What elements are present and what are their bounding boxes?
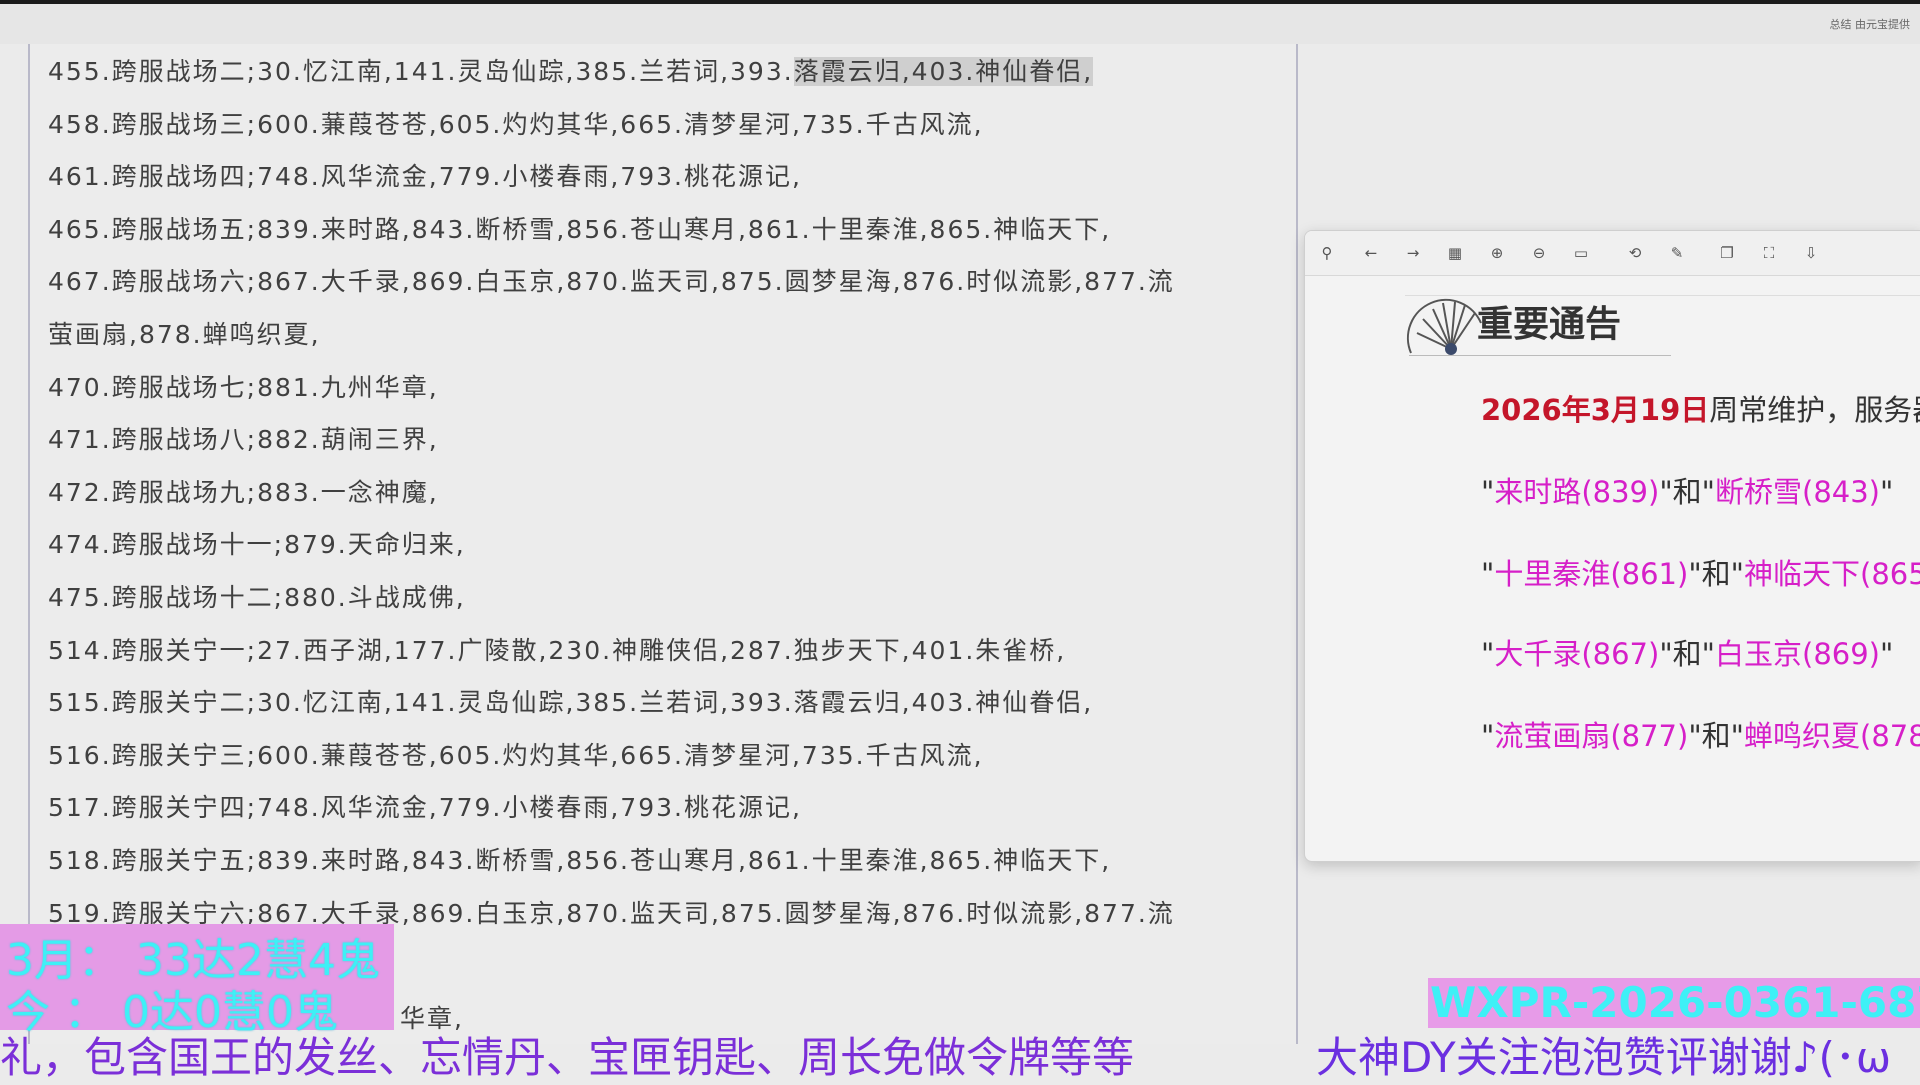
server-name: 大千录(867) <box>1494 637 1660 671</box>
line-text: 515.跨服关宁二;30.忆江南,141.灵岛仙踪,385.兰若词,393.落霞… <box>48 688 1094 718</box>
zoom-in-icon[interactable]: ⊕ <box>1485 241 1509 265</box>
line-text: 461.跨服战场四;748.风华流金,779.小楼春雨,793.桃花源记, <box>48 162 802 192</box>
title-underline <box>1409 355 1671 356</box>
forward-arrow-icon[interactable]: → <box>1401 241 1425 265</box>
top-bar: 总结 由元宝提供 <box>0 0 1920 44</box>
server-name: 白玉京(869) <box>1715 637 1880 671</box>
server-name: 神临天下(865) <box>1744 557 1920 591</box>
back-arrow-icon[interactable]: ← <box>1359 241 1383 265</box>
quote-mark: " <box>1880 475 1894 509</box>
document-line: 467.跨服战场六;867.大千录,869.白玉京,870.监天司,875.圆梦… <box>48 262 1175 298</box>
grid-icon[interactable]: ▦ <box>1443 241 1467 265</box>
document-line: 515.跨服关宁二;30.忆江南,141.灵岛仙踪,385.兰若词,393.落霞… <box>48 683 1093 719</box>
line-text: 458.跨服战场三;600.蒹葭苍苍,605.灼灼其华,665.清梦星河,735… <box>48 109 984 139</box>
quote-mark: " <box>1481 475 1495 509</box>
and-text: "和" <box>1659 475 1716 509</box>
and-text: "和" <box>1659 637 1716 671</box>
notice-pair-line: "大千录(867)"和"白玉京(869)" <box>1481 631 1893 673</box>
document-pane[interactable]: 455.跨服战场二;30.忆江南,141.灵岛仙踪,385.兰若词,393.落霞… <box>28 44 1298 1044</box>
download-icon[interactable]: ⇩ <box>1799 241 1823 265</box>
wx-code-overlay: WXPR-2026-0361-6873 <box>1428 978 1920 1028</box>
fan-logo-icon <box>1406 298 1482 355</box>
line-text: 471.跨服战场八;882.葫闹三界, <box>48 425 439 455</box>
line-text: 455.跨服战场二;30.忆江南,141.灵岛仙踪,385.兰若词,393. <box>48 57 794 86</box>
server-name: 断桥雪(843) <box>1715 475 1880 509</box>
stats-overlay: 3月： 33达2慧4鬼 今 ： 0达0慧0鬼 <box>0 924 394 1038</box>
line-text: 517.跨服关宁四;748.风华流金,779.小楼春雨,793.桃花源记, <box>48 793 802 823</box>
copy-icon[interactable]: ❐ <box>1715 241 1739 265</box>
document-line: 472.跨服战场九;883.一念神魔, <box>48 473 439 509</box>
server-name: 流萤画扇(877) <box>1494 719 1689 753</box>
document-line: 458.跨服战场三;600.蒹葭苍苍,605.灼灼其华,665.清梦星河,735… <box>48 105 984 141</box>
quote-mark: " <box>1481 557 1495 591</box>
line-text: 475.跨服战场十二;880.斗战成佛, <box>48 583 466 612</box>
notice-date: 2026年3月19日 <box>1481 393 1710 427</box>
server-name: 来时路(839) <box>1494 475 1660 509</box>
document-line: 萤画扇,878.蝉鸣织夏, <box>48 315 321 351</box>
image-viewer[interactable]: ⚲ ← → ▦ ⊕ ⊖ ▭ ⟲ ✎ ❐ ⛶ ⇩ 重要通告 2026年3月19日周常维护，服务器 "来时… <box>1304 230 1920 862</box>
document-line: 475.跨服战场十二;880.斗战成佛, <box>48 578 466 614</box>
ticker-bar: 礼，包含国王的发丝、忘情丹、宝匣钥匙、周长免做令牌等等 大神DY关注泡泡赞评谢谢… <box>0 1024 1920 1082</box>
line-text: 465.跨服战场五;839.来时路,843.断桥雪,856.苍山寒月,861.十… <box>48 214 1112 244</box>
document-line: 474.跨服战场十一;879.天命归来, <box>48 525 466 561</box>
document-line: 461.跨服战场四;748.风华流金,779.小楼春雨,793.桃花源记, <box>48 157 802 193</box>
fullscreen-icon[interactable]: ⛶ <box>1757 241 1781 265</box>
summary-label[interactable]: 总结 由元宝提供 <box>1830 16 1911 32</box>
quote-mark: " <box>1481 637 1495 671</box>
line-text: 472.跨服战场九;883.一念神魔, <box>48 477 439 507</box>
document-line: 516.跨服关宁三;600.蒹葭苍苍,605.灼灼其华,665.清梦星河,735… <box>48 736 984 772</box>
line-text: 518.跨服关宁五;839.来时路,843.断桥雪,856.苍山寒月,861.十… <box>48 846 1112 875</box>
document-line: 514.跨服关宁一;27.西子湖,177.广陵散,230.神雕侠侣,287.独步… <box>48 631 1066 667</box>
ticker-text-2: 大神DY关注泡泡赞评谢谢♪(･ω <box>1316 1033 1892 1082</box>
server-name: 蝉鸣织夏(878) <box>1744 719 1920 753</box>
line-text: 470.跨服战场七;881.九州华章, <box>48 372 439 402</box>
viewer-toolbar: ⚲ ← → ▦ ⊕ ⊖ ▭ ⟲ ✎ ❐ ⛶ ⇩ <box>1305 231 1920 276</box>
notice-pair-line: "十里秦淮(861)"和"神临天下(865) <box>1481 551 1920 593</box>
quote-mark: " <box>1481 719 1495 753</box>
line-text: 萤画扇,878.蝉鸣织夏, <box>48 320 321 349</box>
document-line: 517.跨服关宁四;748.风华流金,779.小楼春雨,793.桃花源记, <box>48 788 802 824</box>
document-line: 465.跨服战场五;839.来时路,843.断桥雪,856.苍山寒月,861.十… <box>48 210 1111 246</box>
line-text: 514.跨服关宁一;27.西子湖,177.广陵散,230.神雕侠侣,287.独步… <box>48 635 1067 665</box>
highlighted-text: 落霞云归,403.神仙眷侣, <box>793 57 1094 86</box>
and-text: "和" <box>1688 719 1745 753</box>
quote-mark: " <box>1880 637 1894 671</box>
and-text: "和" <box>1688 557 1745 591</box>
rotate-icon[interactable]: ⟲ <box>1623 241 1647 265</box>
ticker-text-1: 礼，包含国王的发丝、忘情丹、宝匣钥匙、周长免做令牌等等 <box>0 1033 1135 1082</box>
pin-icon[interactable]: ⚲ <box>1315 241 1339 265</box>
fit-icon[interactable]: ▭ <box>1569 241 1593 265</box>
notice-date-rest: 周常维护，服务器 <box>1709 393 1920 427</box>
notice-date-line: 2026年3月19日周常维护，服务器 <box>1481 387 1920 429</box>
notice-title: 重要通告 <box>1477 304 1622 345</box>
server-name: 十里秦淮(861) <box>1494 557 1689 591</box>
line-text: 516.跨服关宁三;600.蒹葭苍苍,605.灼灼其华,665.清梦星河,735… <box>48 740 984 770</box>
document-line: 518.跨服关宁五;839.来时路,843.断桥雪,856.苍山寒月,861.十… <box>48 841 1111 877</box>
notice-pair-line: "来时路(839)"和"断桥雪(843)" <box>1481 469 1893 511</box>
document-line: 471.跨服战场八;882.葫闹三界, <box>48 420 439 456</box>
document-line: 470.跨服战场七;881.九州华章, <box>48 368 439 404</box>
line-text: 467.跨服战场六;867.大千录,869.白玉京,870.监天司,875.圆梦… <box>48 267 1175 297</box>
edit-icon[interactable]: ✎ <box>1665 241 1689 265</box>
zoom-out-icon[interactable]: ⊖ <box>1527 241 1551 265</box>
notice-pair-line: "流萤画扇(877)"和"蝉鸣织夏(878) <box>1481 713 1920 755</box>
document-line: 455.跨服战场二;30.忆江南,141.灵岛仙踪,385.兰若词,393.落霞… <box>48 52 1094 88</box>
line-text: 474.跨服战场十一;879.天命归来, <box>48 530 466 560</box>
